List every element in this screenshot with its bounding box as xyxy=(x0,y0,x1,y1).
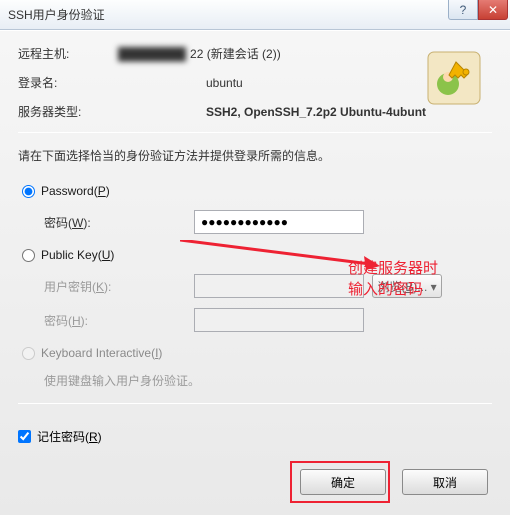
userkey-field-row: 用户密钥(K): 浏览(B)... ▾ xyxy=(44,274,492,298)
dialog-buttons: 确定 取消 xyxy=(300,469,488,495)
login-row: 登录名: ubuntu xyxy=(18,74,492,91)
keypass-input xyxy=(194,308,364,332)
server-type-row: 服务器类型: SSH2, OpenSSH_7.2p2 Ubuntu-4ubunt xyxy=(18,103,492,120)
key-user-icon xyxy=(426,50,482,106)
remote-host-value: 22 (新建会话 (2)) xyxy=(190,45,281,62)
password-section: Password(P) 密码(W): xyxy=(22,184,492,234)
password-field-row: 密码(W): xyxy=(44,210,492,234)
browse-button: 浏览(B)... ▾ xyxy=(372,274,442,298)
password-radio[interactable] xyxy=(22,185,35,198)
help-button[interactable]: ? xyxy=(448,0,478,20)
keyboard-radio xyxy=(22,347,35,360)
login-value: ubuntu xyxy=(206,76,243,90)
password-radio-label: Password(P) xyxy=(41,184,110,198)
userkey-input xyxy=(194,274,364,298)
remote-host-row: 远程主机: ████████ 22 (新建会话 (2)) xyxy=(18,45,492,62)
keyboard-radio-row[interactable]: Keyboard Interactive(I) xyxy=(22,346,492,360)
keyboard-section: Keyboard Interactive(I) 使用键盘输入用户身份验证。 xyxy=(22,346,492,389)
titlebar-buttons: ? ✕ xyxy=(448,0,508,20)
remember-label: 记住密码(R) xyxy=(37,428,102,445)
keyboard-desc: 使用键盘输入用户身份验证。 xyxy=(44,372,492,389)
password-input[interactable] xyxy=(194,210,364,234)
server-type-label: 服务器类型: xyxy=(18,103,118,120)
window-title: SSH用户身份验证 xyxy=(8,6,105,23)
publickey-radio-row[interactable]: Public Key(U) xyxy=(22,248,492,262)
remember-row[interactable]: 记住密码(R) xyxy=(18,428,492,445)
divider-2 xyxy=(18,403,492,404)
publickey-radio[interactable] xyxy=(22,249,35,262)
server-type-value: SSH2, OpenSSH_7.2p2 Ubuntu-4ubunt xyxy=(206,105,426,119)
divider xyxy=(18,132,492,133)
password-radio-row[interactable]: Password(P) xyxy=(22,184,492,198)
login-label: 登录名: xyxy=(18,74,118,91)
keypass-field-row: 密码(H): xyxy=(44,308,492,332)
keypass-label: 密码(H): xyxy=(44,312,134,329)
remote-host-label: 远程主机: xyxy=(18,45,118,62)
remote-host-blurred: ████████ xyxy=(118,47,186,61)
ok-button[interactable]: 确定 xyxy=(300,469,386,495)
instruction-text: 请在下面选择恰当的身份验证方法并提供登录所需的信息。 xyxy=(18,147,492,164)
close-button[interactable]: ✕ xyxy=(478,0,508,20)
titlebar: SSH用户身份验证 ? ✕ xyxy=(0,0,510,30)
keyboard-radio-label: Keyboard Interactive(I) xyxy=(41,346,162,360)
publickey-radio-label: Public Key(U) xyxy=(41,248,114,262)
dialog-content: 远程主机: ████████ 22 (新建会话 (2)) 登录名: ubuntu… xyxy=(0,30,510,515)
remember-checkbox[interactable] xyxy=(18,430,31,443)
password-field-label: 密码(W): xyxy=(44,214,134,231)
publickey-section: Public Key(U) 用户密钥(K): 浏览(B)... ▾ 密码(H): xyxy=(22,248,492,332)
userkey-label: 用户密钥(K): xyxy=(44,278,134,295)
cancel-button[interactable]: 取消 xyxy=(402,469,488,495)
